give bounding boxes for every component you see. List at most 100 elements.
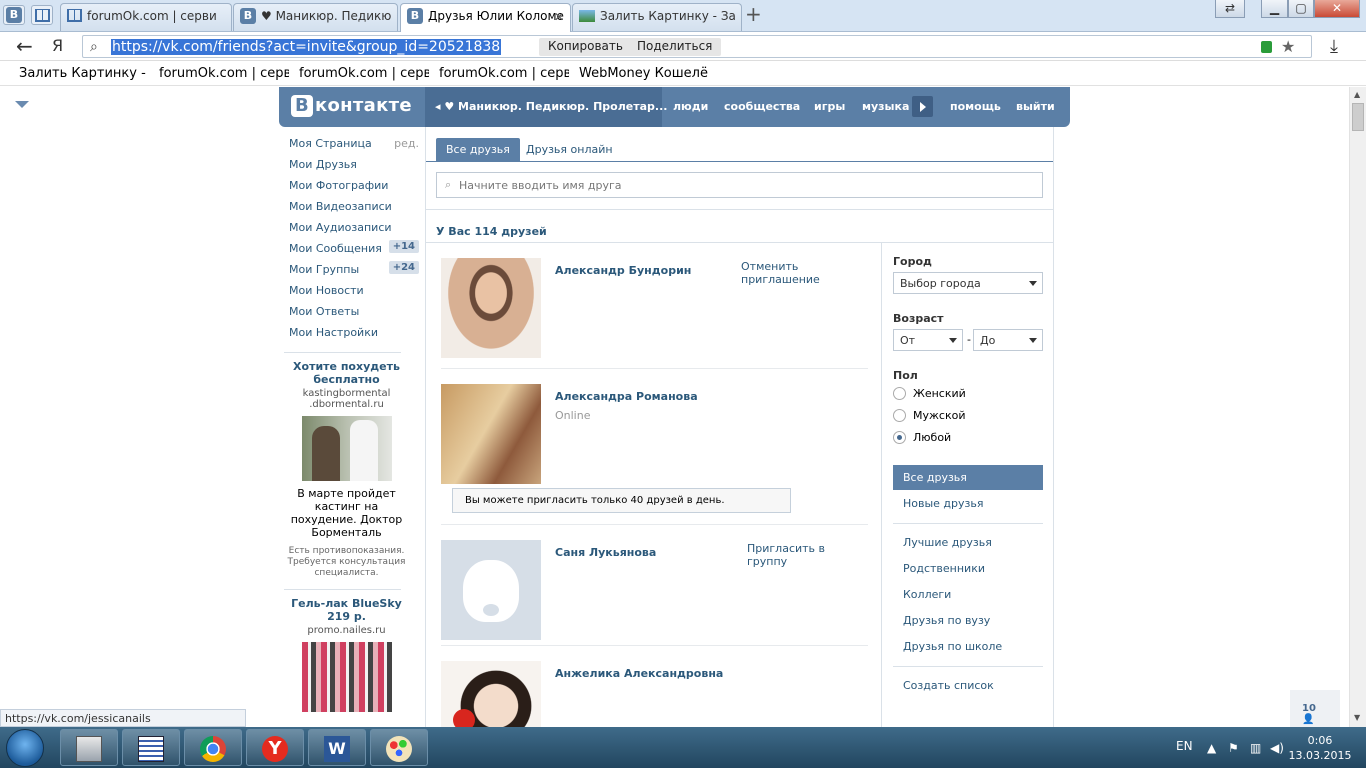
- nav-music[interactable]: музыка: [862, 100, 909, 113]
- filter-new-friends[interactable]: Новые друзья: [893, 491, 1043, 516]
- age-from-select[interactable]: От: [893, 329, 963, 351]
- filter-best-friends[interactable]: Лучшие друзья: [893, 530, 1043, 555]
- taskbar-calculator[interactable]: [60, 729, 118, 766]
- new-tab-button[interactable]: +: [745, 4, 762, 24]
- city-select[interactable]: Выбор города: [893, 272, 1043, 294]
- menu-my-messages[interactable]: Мои Сообщения +14: [279, 237, 426, 258]
- close-window-button[interactable]: ✕: [1314, 0, 1360, 18]
- star-icon[interactable]: ★: [1281, 37, 1295, 56]
- nav-help[interactable]: помощь: [950, 100, 1001, 113]
- yandex-button[interactable]: Я: [52, 36, 63, 55]
- bookmark[interactable]: forumOk.com | серв: [159, 66, 289, 81]
- tab-friends-active[interactable]: В Друзья Юлии Коломе ✕: [400, 3, 571, 32]
- city-label: Город: [893, 255, 932, 268]
- tray-expand-icon[interactable]: ▲: [1207, 741, 1216, 755]
- bookmark[interactable]: Залить Картинку - З: [19, 66, 149, 81]
- page-scrollbar[interactable]: ▲ ▼: [1349, 87, 1366, 727]
- close-tab-icon[interactable]: ✕: [554, 10, 564, 24]
- url-field[interactable]: ⌕ https://vk.com/friends?act=invite&grou…: [82, 35, 1312, 58]
- create-list-link[interactable]: Создать список: [893, 673, 1043, 698]
- tab-manicure-group[interactable]: В ♥ Маникюр. Педикю: [233, 3, 398, 31]
- bookmark[interactable]: WebMoney Кошелё: [579, 66, 709, 81]
- filter-university-friends[interactable]: Друзья по вузу: [893, 608, 1043, 633]
- vk-logo[interactable]: Вконтакте: [291, 95, 412, 117]
- copy-button[interactable]: Копировать: [539, 38, 632, 56]
- network-icon[interactable]: ▥: [1250, 741, 1261, 755]
- edit-link[interactable]: ред.: [394, 137, 419, 150]
- menu-my-page[interactable]: Моя Страница ред.: [279, 132, 426, 153]
- ad-image[interactable]: [301, 416, 392, 481]
- chevron-down-icon[interactable]: [15, 101, 29, 108]
- taskbar-word[interactable]: W: [308, 729, 366, 766]
- taskbar-notepad[interactable]: [122, 729, 180, 766]
- friend-photo[interactable]: [441, 661, 541, 727]
- cancel-invite-link[interactable]: Отменить приглашение: [741, 260, 868, 286]
- menu-my-friends[interactable]: Мои Друзья: [279, 153, 426, 174]
- invite-to-group-link[interactable]: Пригласить в группу: [747, 542, 868, 568]
- tab-forumok[interactable]: forumOk.com | серви: [60, 3, 232, 31]
- scroll-up-icon[interactable]: ▲: [1354, 90, 1360, 99]
- bookmark[interactable]: forumOk.com | серв: [299, 66, 429, 81]
- menu-my-answers[interactable]: Мои Ответы: [279, 300, 426, 321]
- taskbar-chrome[interactable]: [184, 729, 242, 766]
- scroll-down-icon[interactable]: ▼: [1354, 713, 1360, 722]
- tab-all-friends[interactable]: Все друзья: [436, 138, 520, 162]
- volume-icon[interactable]: ◀): [1270, 741, 1284, 755]
- clock[interactable]: 0:06 13.03.2015: [1288, 733, 1352, 763]
- start-button[interactable]: [6, 729, 44, 767]
- ad-block-gel-polish[interactable]: Гель-лак BlueSky 219 р. promo.nailes.ru: [284, 597, 409, 712]
- minimize-button[interactable]: ▁: [1261, 0, 1288, 18]
- online-counter[interactable]: 10 👤: [1290, 690, 1340, 727]
- yandex-browser-icon: Y: [262, 736, 288, 762]
- menu-my-videos[interactable]: Мои Видеозаписи: [279, 195, 426, 216]
- url-text[interactable]: https://vk.com/friends?act=invite&group_…: [111, 39, 502, 55]
- nav-games[interactable]: игры: [814, 100, 845, 113]
- age-to-select[interactable]: До: [973, 329, 1043, 351]
- friend-photo[interactable]: [441, 258, 541, 358]
- nav-next-arrow-icon[interactable]: [912, 96, 933, 117]
- taskbar-yandex-browser[interactable]: Y: [246, 729, 304, 766]
- friend-search-input[interactable]: ⌕ Начните вводить имя друга: [436, 172, 1043, 198]
- ad-text: В марте пройдет кастинг на похудение. До…: [290, 487, 403, 539]
- ad-title[interactable]: Гель-лак BlueSky 219 р.: [284, 597, 409, 623]
- bookmark[interactable]: forumOk.com | серв: [439, 66, 569, 81]
- menu-my-photos[interactable]: Мои Фотографии: [279, 174, 426, 195]
- ad-image[interactable]: [301, 642, 392, 712]
- action-center-icon[interactable]: ⚑: [1228, 741, 1239, 755]
- menu-my-groups[interactable]: Мои Группы +24: [279, 258, 426, 279]
- menu-my-news[interactable]: Мои Новости: [279, 279, 426, 300]
- menu-my-audio[interactable]: Мои Аудиозаписи: [279, 216, 426, 237]
- radio-circle: [893, 409, 906, 422]
- maximize-button[interactable]: ▢: [1288, 0, 1314, 18]
- group-tab[interactable]: ◂ ♥ Маникюр. Педикюр. Пролетар...: [425, 87, 667, 127]
- nav-communities[interactable]: сообщества: [724, 100, 800, 113]
- pinned-tab-vk[interactable]: В: [3, 5, 25, 25]
- restore-button[interactable]: ⇄: [1215, 0, 1245, 18]
- friend-name[interactable]: Анжелика Александровна: [555, 667, 723, 680]
- nav-people[interactable]: люди: [673, 100, 708, 113]
- radio-label: Любой: [913, 431, 952, 444]
- language-indicator[interactable]: EN: [1176, 739, 1193, 753]
- friend-name[interactable]: Александр Бундорин: [555, 264, 691, 277]
- default-avatar-icon[interactable]: [441, 540, 541, 640]
- friend-photo[interactable]: [441, 384, 541, 484]
- back-arrow-icon[interactable]: ←: [16, 34, 33, 58]
- filter-school-friends[interactable]: Друзья по школе: [893, 634, 1043, 659]
- filter-colleagues[interactable]: Коллеги: [893, 582, 1043, 607]
- friend-name[interactable]: Саня Лукьянова: [555, 546, 656, 559]
- scrollbar-thumb[interactable]: [1352, 103, 1364, 131]
- pinned-tab-book[interactable]: [31, 5, 53, 25]
- ad-block-weightloss[interactable]: Хотите похудеть бесплатно kastingborment…: [284, 360, 409, 579]
- share-button[interactable]: Поделиться: [628, 38, 722, 56]
- tab-upload-image[interactable]: Залить Картинку - За: [572, 3, 742, 31]
- menu-my-settings[interactable]: Мои Настройки: [279, 321, 426, 342]
- ad-title[interactable]: Хотите похудеть бесплатно: [284, 360, 409, 386]
- filter-all-friends[interactable]: Все друзья: [893, 465, 1043, 490]
- taskbar-paint[interactable]: [370, 729, 428, 766]
- lock-icon[interactable]: [1261, 41, 1272, 53]
- download-icon[interactable]: ⤓: [1330, 36, 1338, 57]
- filter-relatives[interactable]: Родственники: [893, 556, 1043, 581]
- friend-name[interactable]: Александра Романова: [555, 390, 698, 403]
- nav-logout[interactable]: выйти: [1016, 100, 1055, 113]
- tab-online-friends[interactable]: Друзья онлайн: [526, 143, 613, 156]
